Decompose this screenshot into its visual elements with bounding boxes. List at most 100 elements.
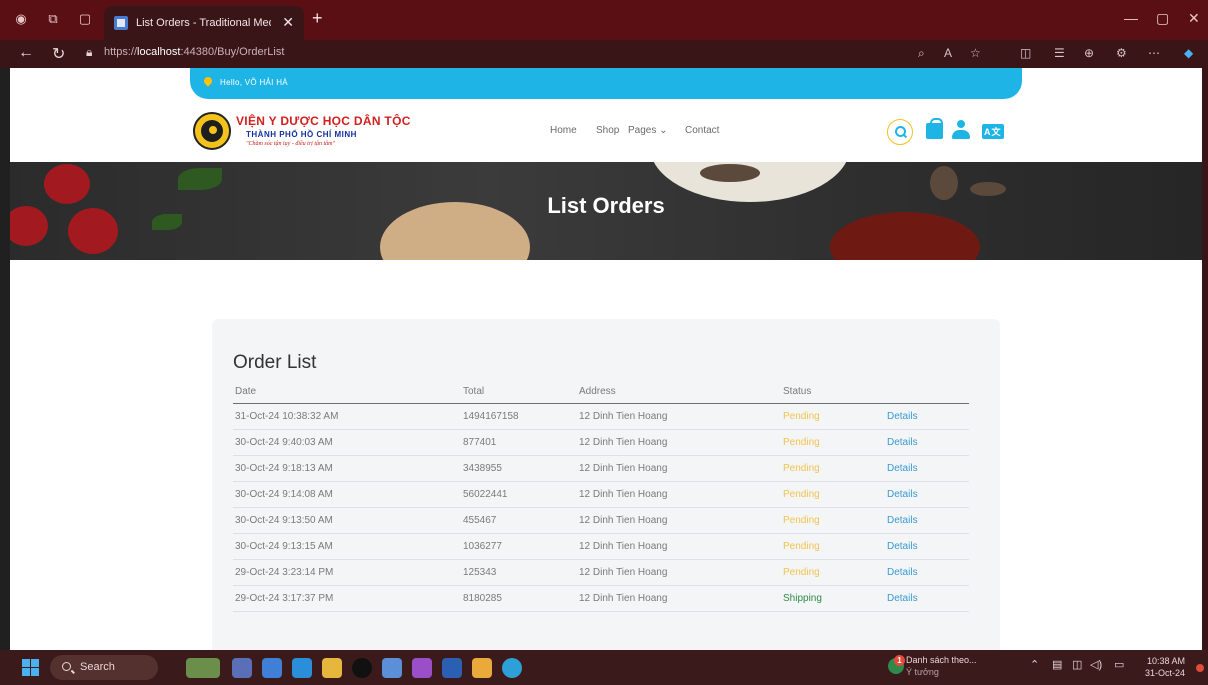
notification-subtitle: Ý tưởng	[906, 667, 939, 677]
word-icon[interactable]	[442, 658, 462, 678]
logo-title[interactable]: VIỆN Y DƯỢC HỌC DÂN TỘC	[236, 114, 411, 128]
restore-icon[interactable]: ▢	[1156, 10, 1169, 27]
url-field[interactable]: https://localhost:44380/Buy/OrderList	[104, 46, 284, 58]
read-aloud-icon[interactable]: A	[944, 46, 952, 60]
notification-app-icon[interactable]: 1	[888, 655, 905, 674]
close-tab-icon[interactable]: ✕	[282, 14, 294, 31]
column-header-total: Total	[461, 381, 577, 404]
details-link[interactable]: Details	[885, 533, 969, 560]
order-date: 29-Oct-24 3:17:37 PM	[233, 585, 461, 612]
order-date: 30-Oct-24 9:40:03 AM	[233, 429, 461, 456]
task-view-icon[interactable]	[232, 658, 252, 678]
refresh-icon[interactable]: ↻	[52, 44, 65, 64]
logo-slogan: "Chăm sóc tận tụy - điều trị tận tâm"	[246, 141, 336, 147]
order-total: 56022441	[461, 481, 577, 508]
browser-title-bar: ◉ ⧉ ▢ List Orders - Traditional Medicine…	[0, 0, 1208, 40]
file-explorer-icon[interactable]	[322, 658, 342, 678]
zoom-icon[interactable]: ⌕	[918, 46, 925, 61]
app-icon[interactable]	[382, 658, 402, 678]
tab-actions-icon[interactable]: ▢	[76, 10, 94, 28]
order-status: Pending	[781, 533, 885, 560]
more-menu-icon[interactable]: ⋯	[1148, 46, 1160, 60]
back-icon[interactable]: ←	[18, 44, 34, 62]
details-link[interactable]: Details	[885, 559, 969, 586]
collections-icon[interactable]: ⊕	[1084, 46, 1094, 60]
table-row: 30-Oct-24 9:18:13 AM 3438955 12 Dinh Tie…	[233, 455, 969, 482]
details-link[interactable]: Details	[885, 403, 969, 430]
close-window-icon[interactable]: ✕	[1188, 10, 1200, 27]
page-scrollbar[interactable]	[1202, 68, 1208, 650]
notification-dot-icon[interactable]	[1196, 664, 1204, 672]
order-total: 877401	[461, 429, 577, 456]
order-address: 12 Dinh Tien Hoang	[577, 533, 781, 560]
tab-list-orders[interactable]: List Orders - Traditional Medicine ✕	[104, 6, 304, 40]
user-account-icon[interactable]	[951, 120, 971, 140]
hero-banner: List Orders	[10, 162, 1202, 260]
workspaces-icon[interactable]: ⧉	[44, 10, 62, 28]
search-glass-icon	[62, 662, 71, 671]
table-row: 29-Oct-24 3:17:37 PM 8180285 12 Dinh Tie…	[233, 585, 969, 612]
taskbar-search[interactable]: Search	[50, 655, 158, 680]
favorite-star-icon[interactable]: ☆	[970, 46, 981, 60]
details-link[interactable]: Details	[885, 507, 969, 534]
details-link[interactable]: Details	[885, 429, 969, 456]
system-clock[interactable]: 10:38 AM 31-Oct-24	[1145, 655, 1185, 679]
tiktok-icon[interactable]	[352, 658, 372, 678]
copilot-icon[interactable]: ◆	[1184, 46, 1193, 60]
table-row: 30-Oct-24 9:13:50 AM 455467 12 Dinh Tien…	[233, 507, 969, 534]
chevron-up-icon[interactable]: ⌃	[1030, 658, 1039, 671]
app-icon[interactable]	[472, 658, 492, 678]
shopping-bag-icon[interactable]	[926, 118, 943, 139]
order-total: 125343	[461, 559, 577, 586]
order-address: 12 Dinh Tien Hoang	[577, 585, 781, 612]
extensions-icon[interactable]: ⚙	[1116, 46, 1127, 60]
nav-pages[interactable]: Pages ⌄	[628, 125, 668, 136]
new-tab-icon[interactable]: +	[312, 8, 323, 29]
logo-emblem[interactable]	[193, 112, 231, 150]
order-address: 12 Dinh Tien Hoang	[577, 559, 781, 586]
copilot-app-icon[interactable]	[262, 658, 282, 678]
nav-home[interactable]: Home	[550, 125, 577, 136]
notification-preview[interactable]: Danh sách theo... Ý tưởng	[906, 654, 977, 678]
order-address: 12 Dinh Tien Hoang	[577, 429, 781, 456]
nav-contact[interactable]: Contact	[685, 125, 719, 136]
column-header-status: Status	[781, 381, 885, 404]
url-host: localhost	[137, 46, 181, 58]
volume-icon[interactable]: ◁)	[1090, 658, 1102, 671]
location-pin-icon	[202, 75, 214, 87]
visual-studio-icon[interactable]	[412, 658, 432, 678]
address-bar: ← ↻ 🔒︎ https://localhost:44380/Buy/Order…	[0, 40, 1208, 68]
search-icon[interactable]	[887, 119, 913, 145]
edge-browser-icon[interactable]	[502, 658, 522, 678]
order-date: 30-Oct-24 9:14:08 AM	[233, 481, 461, 508]
tray-app-icon[interactable]: ▤	[1052, 658, 1062, 671]
split-screen-icon[interactable]: ◫	[1020, 46, 1031, 60]
orders-table: Date Total Address Status 31-Oct-24 10:3…	[233, 381, 969, 612]
details-link[interactable]: Details	[885, 585, 969, 612]
order-date: 30-Oct-24 9:13:15 AM	[233, 533, 461, 560]
page-favicon-icon	[114, 16, 128, 30]
table-row: 30-Oct-24 9:40:03 AM 877401 12 Dinh Tien…	[233, 429, 969, 456]
tab-title: List Orders - Traditional Medicine	[136, 17, 271, 29]
url-path: :44380/Buy/OrderList	[180, 46, 285, 58]
order-total: 455467	[461, 507, 577, 534]
leaf-decor	[178, 168, 222, 190]
details-link[interactable]: Details	[885, 481, 969, 508]
order-total: 3438955	[461, 455, 577, 482]
network-icon[interactable]: ◫	[1072, 658, 1082, 671]
favorites-icon[interactable]: ☰	[1054, 46, 1065, 60]
windows-start-icon[interactable]	[22, 659, 39, 676]
order-status: Pending	[781, 559, 885, 586]
todo-app-icon[interactable]	[292, 658, 312, 678]
battery-icon[interactable]: ▭	[1114, 658, 1124, 671]
profile-icon[interactable]: ◉	[12, 10, 30, 28]
lock-icon[interactable]: 🔒︎	[86, 45, 92, 60]
order-address: 12 Dinh Tien Hoang	[577, 481, 781, 508]
translate-icon[interactable]: A文	[982, 124, 1004, 139]
order-status: Pending	[781, 481, 885, 508]
details-link[interactable]: Details	[885, 455, 969, 482]
widgets-icon[interactable]	[186, 658, 220, 678]
nav-shop[interactable]: Shop	[596, 125, 619, 136]
seed-decor	[700, 164, 760, 182]
minimize-icon[interactable]: —	[1124, 10, 1138, 26]
